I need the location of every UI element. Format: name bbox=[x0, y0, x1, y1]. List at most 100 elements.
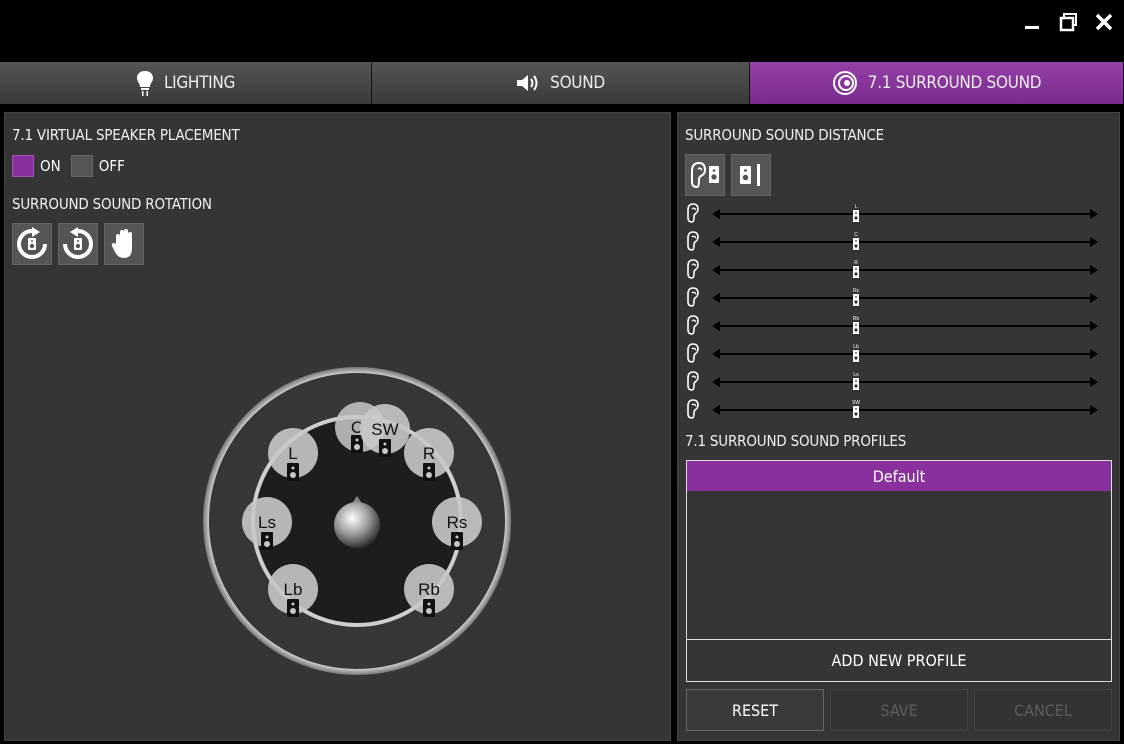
slider-channel-label: Lb bbox=[853, 344, 859, 350]
speaker-label: Rb bbox=[418, 580, 440, 599]
distance-title: SURROUND SOUND DISTANCE bbox=[685, 126, 884, 144]
speaker-label: Ls bbox=[258, 513, 276, 532]
arrow-right-icon bbox=[1090, 209, 1098, 219]
arrow-left-icon bbox=[712, 209, 720, 219]
speaker-placement-panel: 7.1 VIRTUAL SPEAKER PLACEMENT ON OFF SUR… bbox=[4, 112, 671, 741]
listener-head bbox=[334, 502, 380, 548]
profiles-title: 7.1 SURROUND SOUND PROFILES bbox=[685, 432, 907, 450]
tab-label: SOUND bbox=[550, 73, 605, 93]
slider-channel-label: SW bbox=[852, 400, 860, 406]
arrow-left-icon bbox=[712, 293, 720, 303]
slider-thumb[interactable]: L bbox=[852, 202, 860, 224]
slider-channel-label: L bbox=[855, 204, 858, 210]
profile-item-label: Default bbox=[872, 466, 926, 486]
ear-icon bbox=[686, 371, 700, 396]
distance-slider-lb[interactable]: Lb bbox=[686, 342, 1098, 364]
minimize-icon[interactable] bbox=[1022, 12, 1042, 32]
on-label: ON bbox=[40, 157, 61, 175]
slider-thumb[interactable]: Ls bbox=[852, 370, 860, 392]
on-checkbox[interactable] bbox=[12, 155, 34, 177]
speaker-placement-stage: C SW L R Ls Rs Lb Rb bbox=[203, 367, 511, 675]
add-new-profile-button[interactable]: ADD NEW PROFILE bbox=[687, 639, 1111, 681]
tab-sound[interactable]: SOUND bbox=[372, 62, 750, 104]
speaker-volume-icon bbox=[517, 75, 538, 91]
off-checkbox[interactable] bbox=[70, 155, 93, 177]
reset-label: RESET bbox=[731, 700, 779, 720]
add-profile-label: ADD NEW PROFILE bbox=[831, 651, 967, 670]
tab-lighting[interactable]: LIGHTING bbox=[0, 62, 372, 104]
speaker-icon bbox=[423, 599, 435, 617]
slider-thumb[interactable]: Rb bbox=[852, 314, 860, 336]
speaker-label: Rs bbox=[447, 513, 468, 532]
arrow-left-icon bbox=[712, 349, 720, 359]
slider-channel-label: Ls bbox=[853, 372, 859, 378]
hand-drag-button[interactable] bbox=[104, 223, 144, 265]
distance-slider-sw[interactable]: SW bbox=[686, 398, 1098, 420]
distance-mode-ear-button[interactable] bbox=[685, 154, 725, 196]
profile-list: Default ADD NEW PROFILE bbox=[686, 460, 1112, 682]
arrow-left-icon bbox=[712, 265, 720, 275]
slider-thumb[interactable]: Lb bbox=[852, 342, 860, 364]
speaker-icon bbox=[287, 463, 299, 481]
profile-item-default[interactable]: Default bbox=[687, 461, 1111, 491]
ear-icon bbox=[686, 231, 700, 256]
arrow-right-icon bbox=[1090, 377, 1098, 387]
ear-icon bbox=[686, 259, 700, 284]
distance-slider-c[interactable]: C bbox=[686, 230, 1098, 252]
arrow-right-icon bbox=[1090, 349, 1098, 359]
slider-channel-label: C bbox=[854, 232, 858, 238]
tab-surround-sound[interactable]: 7.1 SURROUND SOUND bbox=[750, 62, 1124, 104]
slider-track bbox=[714, 241, 1096, 243]
ear-speaker-icon bbox=[691, 161, 719, 189]
rotation-title: SURROUND SOUND ROTATION bbox=[12, 195, 212, 213]
ear-icon bbox=[686, 287, 700, 312]
slider-track bbox=[714, 269, 1096, 271]
slider-thumb[interactable]: Rs bbox=[852, 286, 860, 308]
slider-thumb[interactable]: C bbox=[852, 230, 860, 252]
ear-icon bbox=[686, 343, 700, 368]
distance-slider-ls[interactable]: Ls bbox=[686, 370, 1098, 392]
close-icon[interactable] bbox=[1094, 12, 1114, 32]
arrow-left-icon bbox=[712, 321, 720, 331]
placement-title: 7.1 VIRTUAL SPEAKER PLACEMENT bbox=[12, 126, 240, 144]
slider-thumb[interactable]: SW bbox=[852, 398, 860, 420]
distance-slider-rb[interactable]: Rb bbox=[686, 314, 1098, 336]
maximize-icon[interactable] bbox=[1059, 12, 1079, 32]
title-bar bbox=[0, 0, 1124, 62]
save-label: SAVE bbox=[880, 700, 918, 720]
reset-button[interactable]: RESET bbox=[686, 689, 824, 731]
speaker-icon bbox=[261, 532, 273, 550]
hand-icon bbox=[111, 229, 132, 258]
save-button[interactable]: SAVE bbox=[830, 689, 968, 731]
placement-toggle: ON OFF bbox=[12, 155, 125, 177]
rotate-counterclockwise-icon bbox=[63, 227, 93, 259]
tab-label: 7.1 SURROUND SOUND bbox=[867, 73, 1042, 93]
tab-label: LIGHTING bbox=[163, 73, 236, 93]
speaker-label: R bbox=[423, 444, 435, 463]
distance-slider-r[interactable]: R bbox=[686, 258, 1098, 280]
surround-distance-panel: SURROUND SOUND DISTANCE L C R Rs Rb Lb Ls SW 7.… bbox=[677, 112, 1120, 741]
slider-track bbox=[714, 297, 1096, 299]
cancel-button[interactable]: CANCEL bbox=[974, 689, 1112, 731]
arrow-right-icon bbox=[1090, 237, 1098, 247]
speaker-label: SW bbox=[371, 420, 398, 439]
distance-slider-l[interactable]: L bbox=[686, 202, 1098, 224]
slider-track bbox=[714, 325, 1096, 327]
speaker-icon bbox=[451, 532, 463, 550]
speaker-wall-icon bbox=[740, 164, 760, 186]
speaker-icon bbox=[379, 439, 391, 457]
slider-thumb[interactable]: R bbox=[852, 258, 860, 280]
speaker-icon bbox=[423, 463, 435, 481]
slider-track bbox=[714, 409, 1096, 411]
arrow-right-icon bbox=[1090, 265, 1098, 275]
distance-slider-rs[interactable]: Rs bbox=[686, 286, 1098, 308]
rotate-counterclockwise-button[interactable] bbox=[58, 223, 98, 265]
slider-channel-label: Rb bbox=[853, 316, 860, 322]
ear-icon bbox=[686, 203, 700, 228]
speaker-icon bbox=[351, 435, 363, 453]
distance-mode-wall-button[interactable] bbox=[731, 154, 771, 196]
speaker-label: Lb bbox=[284, 580, 303, 599]
rotate-clockwise-button[interactable] bbox=[12, 223, 52, 265]
ear-icon bbox=[686, 315, 700, 340]
off-label: OFF bbox=[98, 157, 125, 175]
